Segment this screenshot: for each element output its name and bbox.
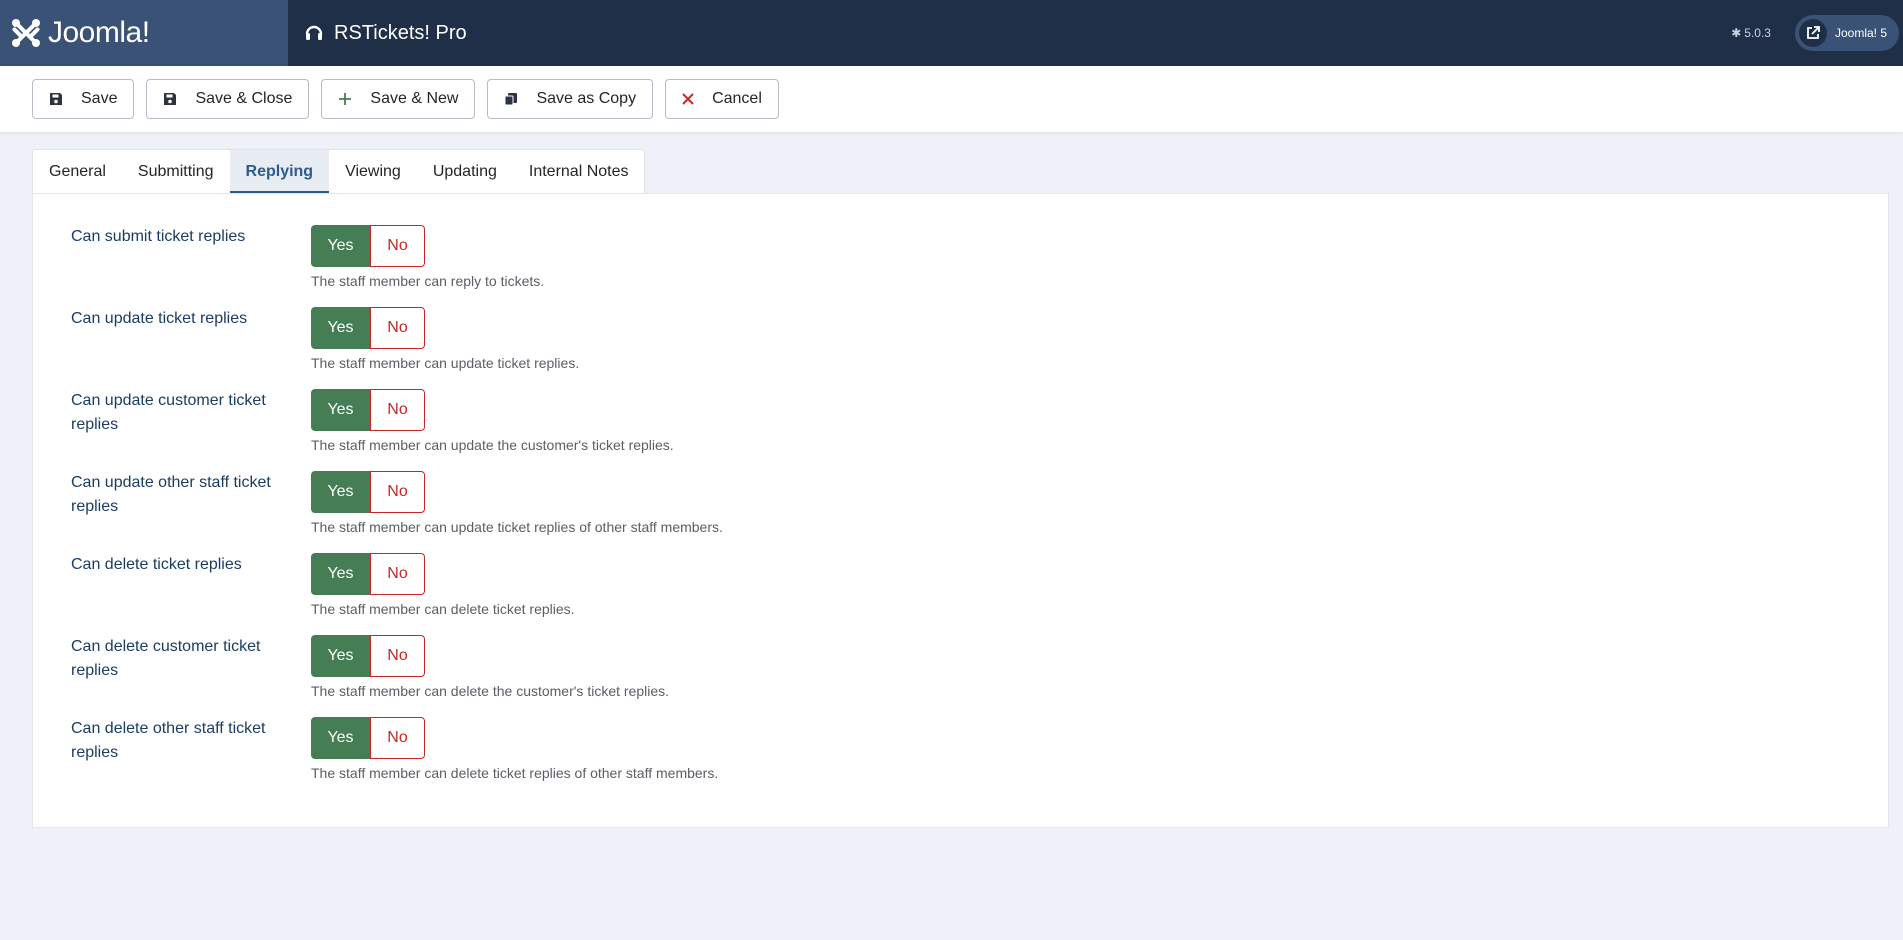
field-label: Can submit ticket replies	[71, 228, 246, 245]
field-description: The staff member can delete the customer…	[311, 683, 670, 699]
yes-option[interactable]: Yes	[311, 471, 370, 513]
yes-option[interactable]: Yes	[311, 389, 370, 431]
field-description: The staff member can update ticket repli…	[311, 519, 723, 535]
yes-option[interactable]: Yes	[311, 553, 370, 595]
tab-bar: General Submitting Replying Viewing Upda…	[32, 149, 646, 194]
page-title-text: RSTickets! Pro	[334, 21, 467, 44]
no-option[interactable]: No	[370, 553, 425, 595]
cancel-button[interactable]: Cancel	[665, 79, 779, 119]
no-option[interactable]: No	[370, 471, 425, 513]
field-label: Can delete other staff ticket replies	[71, 720, 266, 761]
cancel-label: Cancel	[712, 90, 762, 107]
joomla-small-icon: ✱	[1731, 26, 1742, 40]
top-header: Joomla! RSTickets! Pro ✱ 5.0.3 Joomla! 5	[0, 0, 1903, 66]
page-title: RSTickets! Pro	[304, 22, 467, 45]
save-new-label: Save & New	[370, 90, 459, 107]
field-description: The staff member can update ticket repli…	[311, 355, 580, 371]
field-description: The staff member can delete ticket repli…	[311, 601, 575, 617]
save-icon	[49, 92, 63, 106]
copy-icon	[504, 92, 518, 106]
field-label: Can update customer ticket replies	[71, 392, 266, 433]
field-description: The staff member can delete ticket repli…	[311, 765, 719, 781]
no-option[interactable]: No	[370, 307, 425, 349]
replying-panel: Can submit ticket replies Yes No The sta…	[32, 193, 1889, 828]
field-label: Can delete ticket replies	[71, 556, 242, 573]
joomla-logo[interactable]: Joomla!	[0, 0, 288, 66]
yes-option[interactable]: Yes	[311, 307, 370, 349]
brand-name: Joomla!	[48, 16, 150, 49]
save-close-button[interactable]: Save & Close	[146, 79, 310, 119]
yes-no-toggle: Yes No	[311, 471, 425, 513]
field-description: The staff member can update the customer…	[311, 437, 674, 453]
headset-icon	[305, 25, 323, 40]
yes-no-toggle: Yes No	[311, 635, 425, 677]
external-link-icon	[1798, 19, 1827, 47]
plus-icon	[338, 92, 352, 106]
save-copy-button[interactable]: Save as Copy	[487, 79, 654, 119]
save-new-button[interactable]: Save & New	[321, 79, 476, 119]
joomla-logo-icon	[12, 19, 40, 47]
field-label: Can update other staff ticket replies	[71, 474, 271, 515]
tab-general[interactable]: General	[33, 150, 122, 194]
tab-viewing[interactable]: Viewing	[329, 150, 417, 194]
field-description: The staff member can reply to tickets.	[311, 273, 545, 289]
field-label: Can update ticket replies	[71, 310, 248, 327]
yes-no-toggle: Yes No	[311, 389, 425, 431]
save-icon	[163, 92, 177, 106]
no-option[interactable]: No	[370, 717, 425, 759]
save-close-label: Save & Close	[195, 90, 293, 107]
tab-internal-notes[interactable]: Internal Notes	[513, 150, 645, 194]
save-copy-label: Save as Copy	[536, 90, 637, 107]
save-button[interactable]: Save	[32, 79, 135, 119]
version-badge: ✱ 5.0.3	[1731, 26, 1771, 40]
yes-option[interactable]: Yes	[311, 717, 370, 759]
yes-option[interactable]: Yes	[311, 225, 370, 267]
tab-submitting[interactable]: Submitting	[122, 150, 230, 194]
yes-no-toggle: Yes No	[311, 307, 425, 349]
version-text: 5.0.3	[1744, 26, 1771, 40]
view-site-label: Joomla! 5	[1834, 26, 1887, 40]
yes-no-toggle: Yes No	[311, 225, 425, 267]
no-option[interactable]: No	[370, 225, 425, 267]
toolbar: Save Save & Close Save & New Save as Cop…	[0, 66, 1903, 132]
no-option[interactable]: No	[370, 635, 425, 677]
no-option[interactable]: No	[370, 389, 425, 431]
tab-replying[interactable]: Replying	[229, 150, 330, 194]
yes-no-toggle: Yes No	[311, 553, 425, 595]
field-label: Can delete customer ticket replies	[71, 638, 261, 679]
close-icon	[682, 93, 694, 105]
save-label: Save	[81, 90, 118, 107]
yes-no-toggle: Yes No	[311, 717, 425, 759]
view-site-button[interactable]: Joomla! 5	[1794, 15, 1899, 51]
yes-option[interactable]: Yes	[311, 635, 370, 677]
tab-updating[interactable]: Updating	[417, 150, 513, 194]
